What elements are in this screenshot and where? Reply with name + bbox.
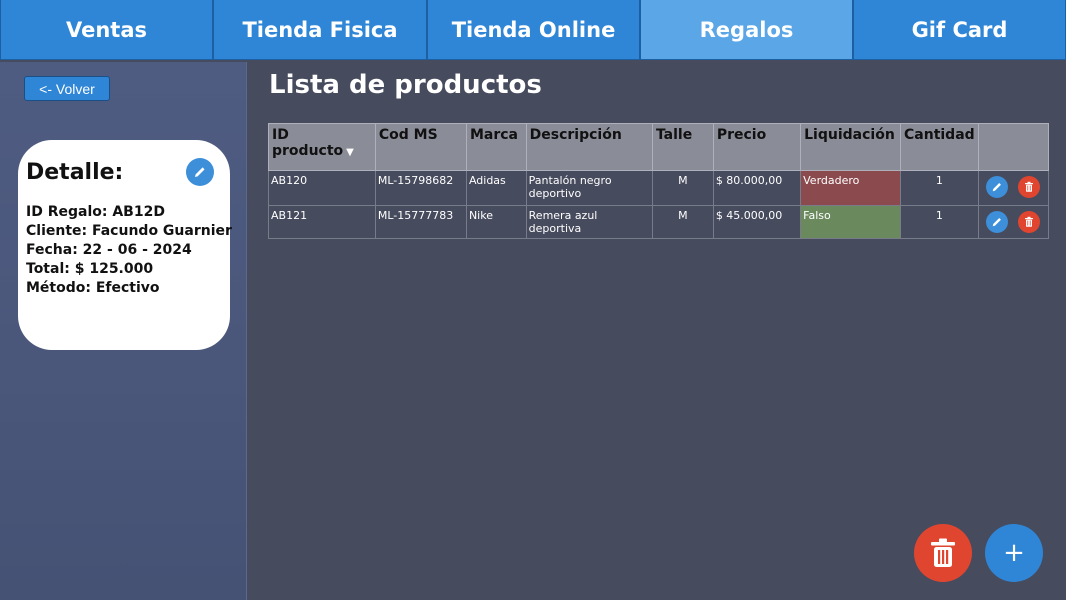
tab-tienda-fisica[interactable]: Tienda Fisica (213, 0, 427, 60)
page-title: Lista de productos (269, 70, 542, 100)
col-acciones (977, 123, 1050, 171)
cell-cantidad: 1 (900, 205, 979, 239)
tab-ventas[interactable]: Ventas (0, 0, 213, 60)
cell-actions (977, 205, 1050, 239)
detail-metodo: Método: Efectivo (26, 280, 160, 296)
detail-id: ID Regalo: AB12D (26, 204, 165, 220)
cell-talle: M (651, 205, 714, 239)
delete-row-button[interactable] (1018, 211, 1041, 233)
detail-lines: ID Regalo: AB12D Cliente: Facundo Guarni… (26, 203, 232, 298)
col-talle[interactable]: Talle (651, 123, 714, 171)
tab-tienda-online[interactable]: Tienda Online (427, 0, 640, 60)
back-button[interactable]: <- Volver (24, 76, 110, 101)
cell-precio: $ 80.000,00 (712, 170, 802, 206)
cell-desc: Pantalón negro deportivo (525, 170, 653, 206)
sidebar: <- Volver Detalle: ID Regalo: AB12D Clie… (0, 62, 247, 600)
cell-liquidacion: Verdadero (800, 170, 901, 206)
col-precio[interactable]: Precio (712, 123, 802, 171)
cell-liquidacion: Falso (800, 205, 901, 239)
cell-cod: ML-15777783 (374, 205, 467, 239)
col-cantidad[interactable]: Cantidad (900, 123, 979, 171)
cell-marca: Adidas (465, 170, 527, 206)
col-marca[interactable]: Marca (465, 123, 527, 171)
sort-down-icon: ▼ (346, 147, 354, 158)
pencil-icon (195, 167, 205, 177)
cell-id: AB120 (268, 170, 376, 206)
col-descripcion[interactable]: Descripción (525, 123, 653, 171)
detail-fecha: Fecha: 22 - 06 - 2024 (26, 242, 192, 258)
products-table: ID producto ▼ Cod MS Marca Descripción Ta… (268, 123, 1050, 239)
trash-icon (1025, 181, 1034, 192)
pencil-icon (993, 183, 1002, 192)
detail-cliente: Cliente: Facundo Guarnier (26, 223, 232, 239)
tab-gif-card[interactable]: Gif Card (853, 0, 1066, 60)
pencil-icon (993, 218, 1002, 227)
detail-card: Detalle: ID Regalo: AB12D Cliente: Facun… (18, 140, 232, 350)
edit-row-button[interactable] (986, 176, 1009, 198)
cell-id: AB121 (268, 205, 376, 239)
trash-icon (1025, 216, 1034, 227)
cell-actions (977, 170, 1050, 206)
delete-row-button[interactable] (1018, 176, 1041, 198)
table-row: AB120 ML-15798682 Adidas Pantalón negro … (268, 170, 1050, 206)
edit-row-button[interactable] (986, 211, 1009, 233)
cell-marca: Nike (465, 205, 527, 239)
table-row: AB121 ML-15777783 Nike Remera azul depor… (268, 205, 1050, 239)
col-cod-ms[interactable]: Cod MS (374, 123, 467, 171)
delete-all-button[interactable] (914, 524, 972, 582)
cell-cantidad: 1 (900, 170, 979, 206)
trash-icon (931, 538, 955, 567)
add-button[interactable]: + (985, 524, 1043, 582)
cell-cod: ML-15798682 (374, 170, 467, 206)
detail-total: Total: $ 125.000 (26, 261, 154, 277)
col-id-producto[interactable]: ID producto ▼ (268, 123, 376, 171)
cell-precio: $ 45.000,00 (712, 205, 802, 239)
top-nav: Ventas Tienda Fisica Tienda Online Regal… (0, 0, 1066, 62)
tab-regalos[interactable]: Regalos (640, 0, 853, 60)
cell-talle: M (651, 170, 714, 206)
table-header-row: ID producto ▼ Cod MS Marca Descripción Ta… (268, 123, 1050, 171)
cell-desc: Remera azul deportiva (525, 205, 653, 239)
edit-detail-button[interactable] (186, 158, 214, 186)
col-liquidacion[interactable]: Liquidación (800, 123, 901, 171)
